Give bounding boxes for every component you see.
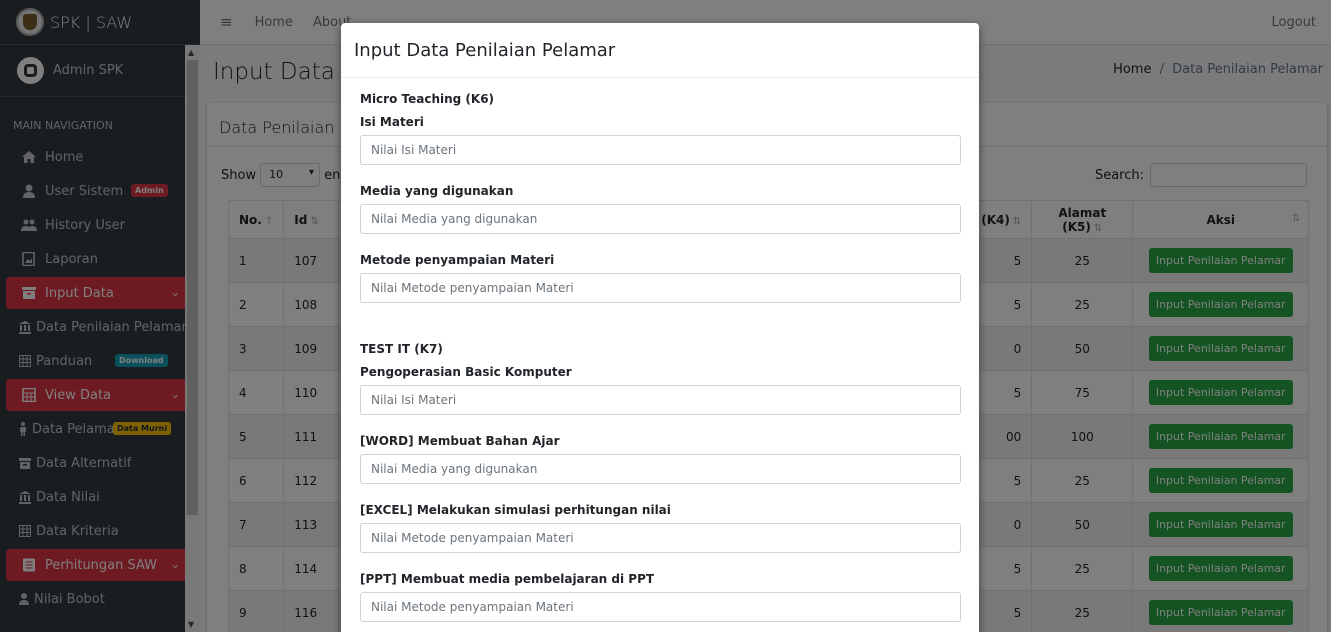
field-label: Pengoperasian Basic Komputer xyxy=(360,365,572,379)
modal-title: Input Data Penilaian Pelamar xyxy=(341,23,979,78)
section-title-k7: TEST IT (K7) xyxy=(360,342,443,356)
score-input[interactable]: Nilai Isi Materi xyxy=(360,135,961,165)
score-input[interactable]: Nilai Metode penyampaian Materi xyxy=(360,273,961,303)
score-input[interactable]: Nilai Metode penyampaian Materi xyxy=(360,523,961,553)
section-title-k6: Micro Teaching (K6) xyxy=(360,92,495,106)
modal-body: Micro Teaching (K6) Isi Materi Nilai Isi … xyxy=(341,78,979,632)
score-input[interactable]: Nilai Media yang digunakan xyxy=(360,454,961,484)
field-label: [PPT] Membuat media pembelajaran di PPT xyxy=(360,572,655,586)
input-modal: Input Data Penilaian Pelamar Micro Teach… xyxy=(341,23,979,632)
field-label: Isi Materi xyxy=(360,115,424,129)
field-label: Media yang digunakan xyxy=(360,184,514,198)
score-input[interactable]: Nilai Media yang digunakan xyxy=(360,204,961,234)
score-input[interactable]: Nilai Metode penyampaian Materi xyxy=(360,592,961,622)
field-label: Metode penyampaian Materi xyxy=(360,253,555,267)
field-label: [WORD] Membuat Bahan Ajar xyxy=(360,434,560,448)
field-label: [EXCEL] Melakukan simulasi perhitungan n… xyxy=(360,503,671,517)
score-input[interactable]: Nilai Isi Materi xyxy=(360,385,961,415)
